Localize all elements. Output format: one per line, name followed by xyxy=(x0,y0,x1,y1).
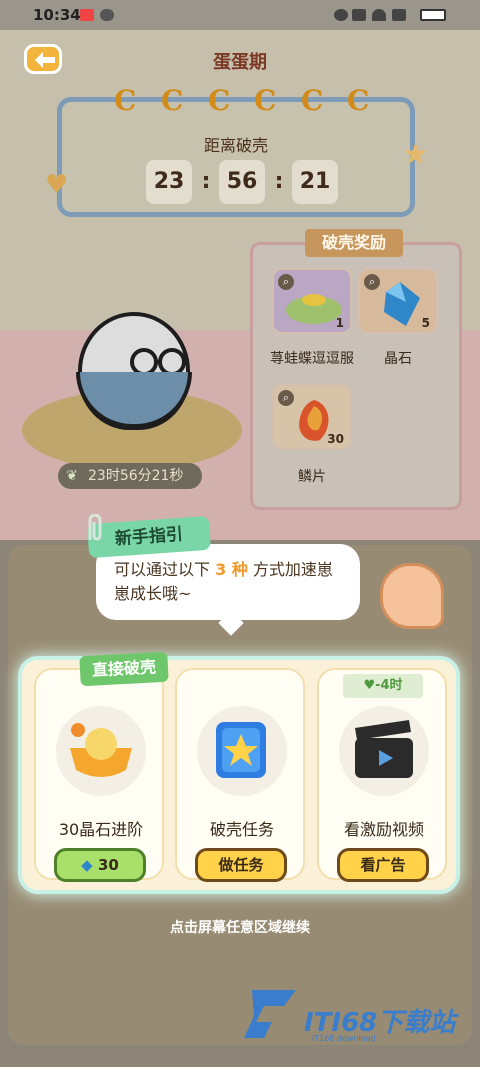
c-ring-icon: C xyxy=(114,84,137,117)
alarm-icon xyxy=(334,9,348,21)
option-label: 30晶石进阶 xyxy=(58,820,144,839)
direct-hatch-tag: 直接破壳 xyxy=(79,651,169,687)
sprout-icon: ❦ xyxy=(66,468,78,484)
c-ring-icon: C xyxy=(301,84,324,117)
notification-icon xyxy=(80,9,94,21)
hatching-egg-icon xyxy=(70,723,132,777)
watermark-subtext: iT168 download xyxy=(312,1034,376,1043)
c-ring-icon: C xyxy=(161,84,184,117)
wechat-icon xyxy=(100,9,114,21)
reward-count: 1 xyxy=(335,316,344,330)
watermark-logo: ITI68下载站 iT168 download xyxy=(240,982,470,1046)
option-icon-bg xyxy=(56,706,146,796)
guide-highlight: 3 种 xyxy=(215,560,248,579)
signal-icon xyxy=(392,9,406,21)
clapperboard-icon xyxy=(355,720,413,778)
reward-item-costume[interactable]: ⌕ 1 xyxy=(272,268,352,334)
crystal-icon: ◆ xyxy=(81,856,93,874)
reward-count: 30 xyxy=(327,432,344,446)
paperclip-icon xyxy=(88,514,102,541)
reward-count: 5 xyxy=(421,316,430,330)
cooldown-text: -4时 xyxy=(375,678,403,693)
reward-label: 荨蛙蝶逗逗服 xyxy=(270,351,354,367)
timer-separator: : xyxy=(201,169,211,194)
crystal-advance-button[interactable]: ◆ 30 xyxy=(54,848,146,882)
page-title: 蛋蛋期 xyxy=(213,52,267,73)
option-icon-bg xyxy=(339,706,429,796)
c-ring-icon: C xyxy=(208,84,231,117)
do-task-button[interactable]: 做任务 xyxy=(195,848,287,882)
magnifier-icon: ⌕ xyxy=(278,274,294,290)
reward-title: 破壳奖励 xyxy=(305,229,403,257)
pointing-hand-icon xyxy=(380,563,444,629)
reward-label: 鳞片 xyxy=(298,469,326,485)
timer-hours: 23 xyxy=(146,160,192,204)
option-card-crystal[interactable]: 30晶石进阶 ◆ 30 xyxy=(34,668,164,882)
heart-icon: ♥ xyxy=(363,678,376,693)
option-card-video[interactable]: 看激励视频 看广告 xyxy=(317,668,447,882)
cooldown-tag: ♥-4时 xyxy=(343,674,423,698)
wifi-icon xyxy=(372,9,386,21)
tap-to-continue[interactable]: 点击屏幕任意区域继续 xyxy=(0,917,480,937)
c-ring-icon: C xyxy=(254,84,277,117)
timer-separator: : xyxy=(274,169,284,194)
status-bar: 10:34 xyxy=(0,0,480,30)
reward-item-crystal[interactable]: ⌕ 5 xyxy=(358,268,438,334)
timer-minutes: 56 xyxy=(219,160,265,204)
option-label: 看激励视频 xyxy=(343,820,424,839)
task-book-icon xyxy=(216,722,266,778)
option-label: 破壳任务 xyxy=(209,820,274,839)
c-ring-icon: C xyxy=(347,84,370,117)
heart-icon: ♥ xyxy=(45,170,69,200)
logo-icon xyxy=(244,990,296,1038)
timer-label: 距离破壳 xyxy=(203,136,268,155)
guide-text: 可以通过以下 xyxy=(114,560,211,579)
reward-item-scale[interactable]: ⌕ 30 xyxy=(272,384,352,450)
option-card-tasks[interactable]: 破壳任务 做任务 xyxy=(175,668,305,882)
crystal-icon xyxy=(384,282,420,326)
egg-time-remaining: ❦ 23时56分21秒 xyxy=(58,463,202,489)
option-icon-bg xyxy=(197,706,287,796)
mute-icon xyxy=(352,9,366,21)
battery-icon xyxy=(420,9,446,21)
egg-time-text: 23时56分21秒 xyxy=(88,468,184,484)
reward-label: 晶石 xyxy=(384,351,412,367)
status-time: 10:34 xyxy=(33,6,81,24)
crystal-cost: 30 xyxy=(97,856,119,874)
timer-seconds: 21 xyxy=(292,160,338,204)
guide-bubble: 可以通过以下 3 种 方式加速崽崽成长哦~ xyxy=(96,544,360,620)
watch-ad-button[interactable]: 看广告 xyxy=(337,848,429,882)
star-icon: ★ xyxy=(402,137,429,172)
